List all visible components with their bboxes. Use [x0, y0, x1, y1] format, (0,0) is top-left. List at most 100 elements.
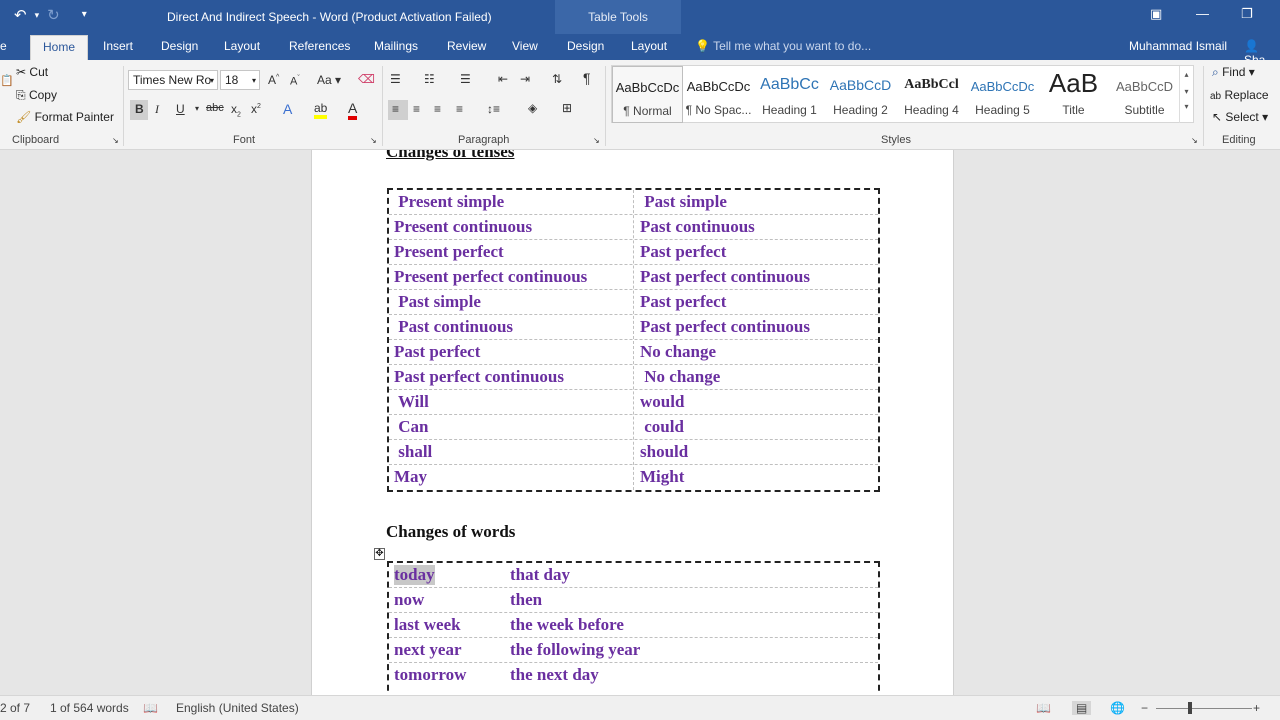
tell-me-box[interactable]: 💡 Tell me what you want to do... [695, 39, 871, 53]
words-table-cell[interactable]: that day [510, 565, 570, 585]
tenses-table-cell[interactable]: would [640, 392, 684, 412]
tenses-table-cell[interactable]: should [640, 442, 688, 462]
tenses-table-row[interactable]: Present continuous Past continuous [389, 215, 878, 240]
page-count[interactable]: 2 of 7 [0, 701, 30, 715]
words-table-row[interactable]: tomorrow the next day [389, 663, 878, 688]
decrease-indent-icon[interactable]: ⇤ [498, 72, 508, 86]
justify-icon[interactable]: ≡ [456, 102, 463, 116]
words-table-cell[interactable]: now [394, 590, 424, 610]
line-spacing-icon[interactable]: ↕≡ [487, 102, 500, 116]
tab-view[interactable]: View [512, 39, 538, 53]
words-table-cell[interactable]: today [394, 565, 435, 585]
tab-design[interactable]: Design [161, 39, 198, 53]
pilcrow-icon[interactable]: ¶ [583, 70, 591, 86]
words-table-cell[interactable]: the week before [510, 615, 624, 635]
tenses-table-cell[interactable]: Might [640, 467, 684, 487]
font-size-box[interactable]: 18 ▾ [220, 70, 260, 90]
table-move-handle-icon[interactable]: ✥ [374, 548, 385, 560]
tenses-table-cell[interactable]: No change [640, 367, 720, 387]
tenses-table[interactable]: Present simple Past simple Present contin… [387, 188, 880, 492]
numbering-icon[interactable]: ☷ [424, 72, 435, 86]
tab-layout[interactable]: Layout [224, 39, 260, 53]
tenses-table-row[interactable]: Can could [389, 415, 878, 440]
strikethrough-icon[interactable]: abc [206, 102, 224, 114]
ribbon-display-icon[interactable]: ▣ [1150, 6, 1162, 22]
minimize-icon[interactable]: — [1196, 6, 1209, 21]
tenses-table-cell[interactable]: Present continuous [394, 217, 532, 237]
tenses-table-cell[interactable]: Past continuous [640, 217, 755, 237]
clear-formatting-icon[interactable]: ⌫ [358, 72, 375, 86]
language-indicator[interactable]: English (United States) [176, 701, 299, 715]
undo-icon[interactable]: ↶ [14, 6, 27, 24]
proofing-icon[interactable]: 📖 [143, 701, 158, 715]
tenses-table-row[interactable]: Past perfect continuous No change [389, 365, 878, 390]
style-normal[interactable]: AaBbCcDc ¶ Normal [612, 66, 683, 123]
tenses-table-cell[interactable]: Can [394, 417, 428, 437]
tab-mailings[interactable]: Mailings [374, 39, 418, 53]
tab-references[interactable]: References [289, 39, 350, 53]
style-subtitle[interactable]: AaBbCcD Subtitle [1109, 66, 1180, 123]
tenses-table-cell[interactable]: Past perfect [640, 242, 726, 262]
zoom-in-icon[interactable]: + [1253, 701, 1260, 715]
font-color-icon[interactable]: A [348, 100, 358, 120]
tenses-table-cell[interactable]: Past perfect continuous [640, 267, 810, 287]
tenses-table-row[interactable]: Present perfect continuous Past perfect c… [389, 265, 878, 290]
tab-table-layout[interactable]: Layout [631, 39, 667, 53]
find-button[interactable]: ⌕ Find ▾ [1212, 65, 1255, 80]
select-button[interactable]: ↖ Select ▾ [1212, 110, 1268, 124]
words-table-cell[interactable]: the following year [510, 640, 640, 660]
tenses-table-row[interactable]: Past continuous Past perfect continuous [389, 315, 878, 340]
tenses-table-row[interactable]: Present perfect Past perfect [389, 240, 878, 265]
subscript-icon[interactable]: x2 [231, 102, 241, 118]
tenses-table-cell[interactable]: Past perfect continuous [394, 367, 564, 387]
words-table-row[interactable]: now then [389, 588, 878, 613]
chevron-up-icon[interactable]: ▴ [1180, 70, 1193, 79]
words-table-row[interactable]: next year the following year [389, 638, 878, 663]
tenses-table-row[interactable]: Past perfect No change [389, 340, 878, 365]
align-left-icon[interactable]: ≡ [388, 100, 408, 120]
format-painter-button[interactable]: 🖌 Format Painter [16, 110, 114, 124]
tab-table-design[interactable]: Design [567, 39, 604, 53]
change-case-button[interactable]: Aa ▾ [317, 73, 341, 87]
words-table-cell[interactable]: last week [394, 615, 461, 635]
style-title[interactable]: AaB Title [1038, 66, 1109, 123]
tenses-table-row[interactable]: shall should [389, 440, 878, 465]
cut-button[interactable]: ✂ Cut [16, 65, 48, 79]
zoom-slider[interactable] [1156, 708, 1252, 709]
read-mode-icon[interactable]: 📖 [1036, 701, 1051, 715]
copy-button[interactable]: ⎘ Copy [16, 88, 57, 103]
chevron-down-icon[interactable]: ▾ [1180, 87, 1193, 96]
tenses-table-cell[interactable]: Past continuous [394, 317, 513, 337]
multilevel-list-icon[interactable]: ☰ [460, 72, 471, 86]
tenses-table-cell[interactable]: Present simple [394, 192, 504, 212]
print-layout-icon[interactable]: ▤ [1072, 701, 1092, 715]
style-heading-4[interactable]: AaBbCcl Heading 4 [896, 66, 967, 123]
web-layout-icon[interactable]: 🌐 [1110, 701, 1125, 715]
tab-insert[interactable]: Insert [103, 39, 133, 53]
align-center-icon[interactable]: ≡ [413, 102, 420, 116]
shading-icon[interactable]: ◈ [528, 101, 537, 115]
style-heading-2[interactable]: AaBbCcD Heading 2 [825, 66, 896, 123]
paste-icon[interactable]: 📋 [0, 74, 14, 87]
undo-dropdown-icon[interactable]: ▾ [35, 10, 40, 24]
document-page[interactable]: Changes of tenses Present simple Past si… [311, 150, 954, 695]
words-table-cell[interactable]: next year [394, 640, 462, 660]
tenses-table-row[interactable]: Past simple Past perfect [389, 290, 878, 315]
redo-icon[interactable]: ↻ [47, 6, 60, 24]
tenses-table-cell[interactable]: Will [394, 392, 429, 412]
words-table-cell[interactable]: tomorrow [394, 665, 466, 685]
underline-icon[interactable]: U [176, 102, 185, 116]
style-no-spacing[interactable]: AaBbCcDc ¶ No Spac... [683, 66, 754, 123]
tenses-table-cell[interactable]: Past simple [640, 192, 727, 212]
align-right-icon[interactable]: ≡ [434, 102, 441, 116]
chevron-down-icon[interactable]: ▾ [195, 104, 199, 113]
user-name[interactable]: Muhammad Ismail [1129, 39, 1227, 53]
restore-icon[interactable]: ❐ [1241, 6, 1253, 22]
tenses-table-cell[interactable]: Past simple [394, 292, 481, 312]
tab-review[interactable]: Review [447, 39, 486, 53]
text-effects-icon[interactable]: A [283, 101, 292, 117]
word-count[interactable]: 1 of 564 words [50, 701, 129, 715]
more-styles-icon[interactable]: ▾ [1180, 102, 1193, 111]
tenses-table-cell[interactable]: No change [640, 342, 716, 362]
tenses-table-cell[interactable]: Present perfect [394, 242, 504, 262]
